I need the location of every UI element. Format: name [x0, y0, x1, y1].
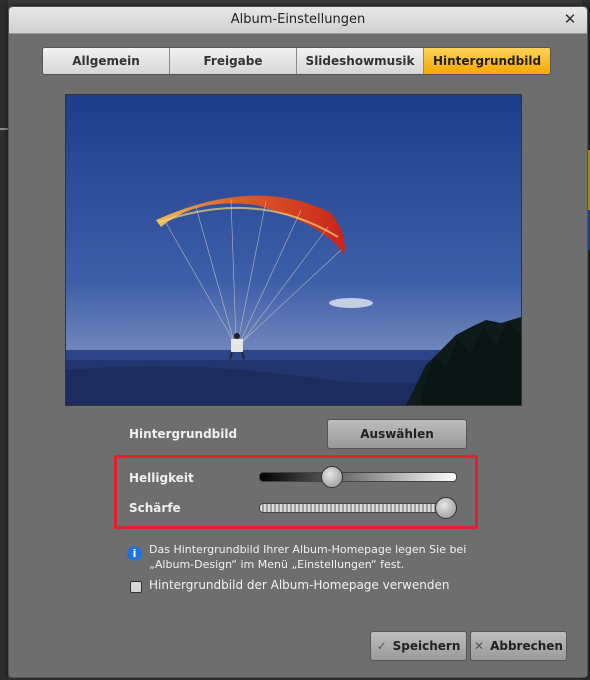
- checkmark-icon: ✓: [376, 639, 387, 653]
- background-image-label: Hintergrundbild: [129, 427, 238, 441]
- background-divider: [0, 128, 8, 130]
- cancel-button-label: Abbrechen: [490, 639, 563, 653]
- info-text: Das Hintergrundbild Ihrer Album-Homepage…: [149, 543, 467, 571]
- save-button-label: Speichern: [392, 639, 461, 653]
- tab-bar: Allgemein Freigabe Slideshowmusik Hinter…: [42, 47, 551, 75]
- save-button[interactable]: ✓ Speichern: [370, 631, 467, 661]
- choose-image-button[interactable]: Auswählen: [327, 419, 467, 449]
- cross-icon: ✕: [474, 639, 485, 653]
- album-settings-dialog: Album-Einstellungen ✕ Allgemein Freigabe…: [8, 6, 588, 678]
- background-image-preview: [65, 94, 522, 406]
- tab-slideshowmusik[interactable]: Slideshowmusik: [297, 48, 424, 74]
- dialog-titlebar[interactable]: Album-Einstellungen ✕: [9, 7, 587, 34]
- dialog-title: Album-Einstellungen: [230, 12, 366, 27]
- tab-allgemein[interactable]: Allgemein: [43, 48, 170, 74]
- tab-hintergrundbild[interactable]: Hintergrundbild: [424, 48, 550, 74]
- brightness-slider-thumb[interactable]: [320, 466, 343, 488]
- use-homepage-background-label[interactable]: Hintergrundbild der Album-Homepage verwe…: [149, 578, 449, 592]
- tab-freigabe[interactable]: Freigabe: [170, 48, 297, 74]
- background-window-left: [0, 0, 8, 680]
- cancel-button[interactable]: ✕ Abbrechen: [470, 631, 567, 661]
- info-icon: i: [127, 546, 142, 561]
- sharpness-label: Schärfe: [129, 501, 181, 515]
- brightness-slider-track[interactable]: [259, 472, 457, 482]
- close-icon[interactable]: ✕: [561, 10, 579, 28]
- sharpness-slider-thumb[interactable]: [435, 497, 457, 519]
- brightness-label: Helligkeit: [129, 471, 194, 485]
- slider-highlight-frame: [114, 455, 478, 529]
- sharpness-slider-track[interactable]: [259, 503, 457, 513]
- use-homepage-background-checkbox[interactable]: [130, 581, 142, 593]
- paraglider-photo: [66, 95, 521, 405]
